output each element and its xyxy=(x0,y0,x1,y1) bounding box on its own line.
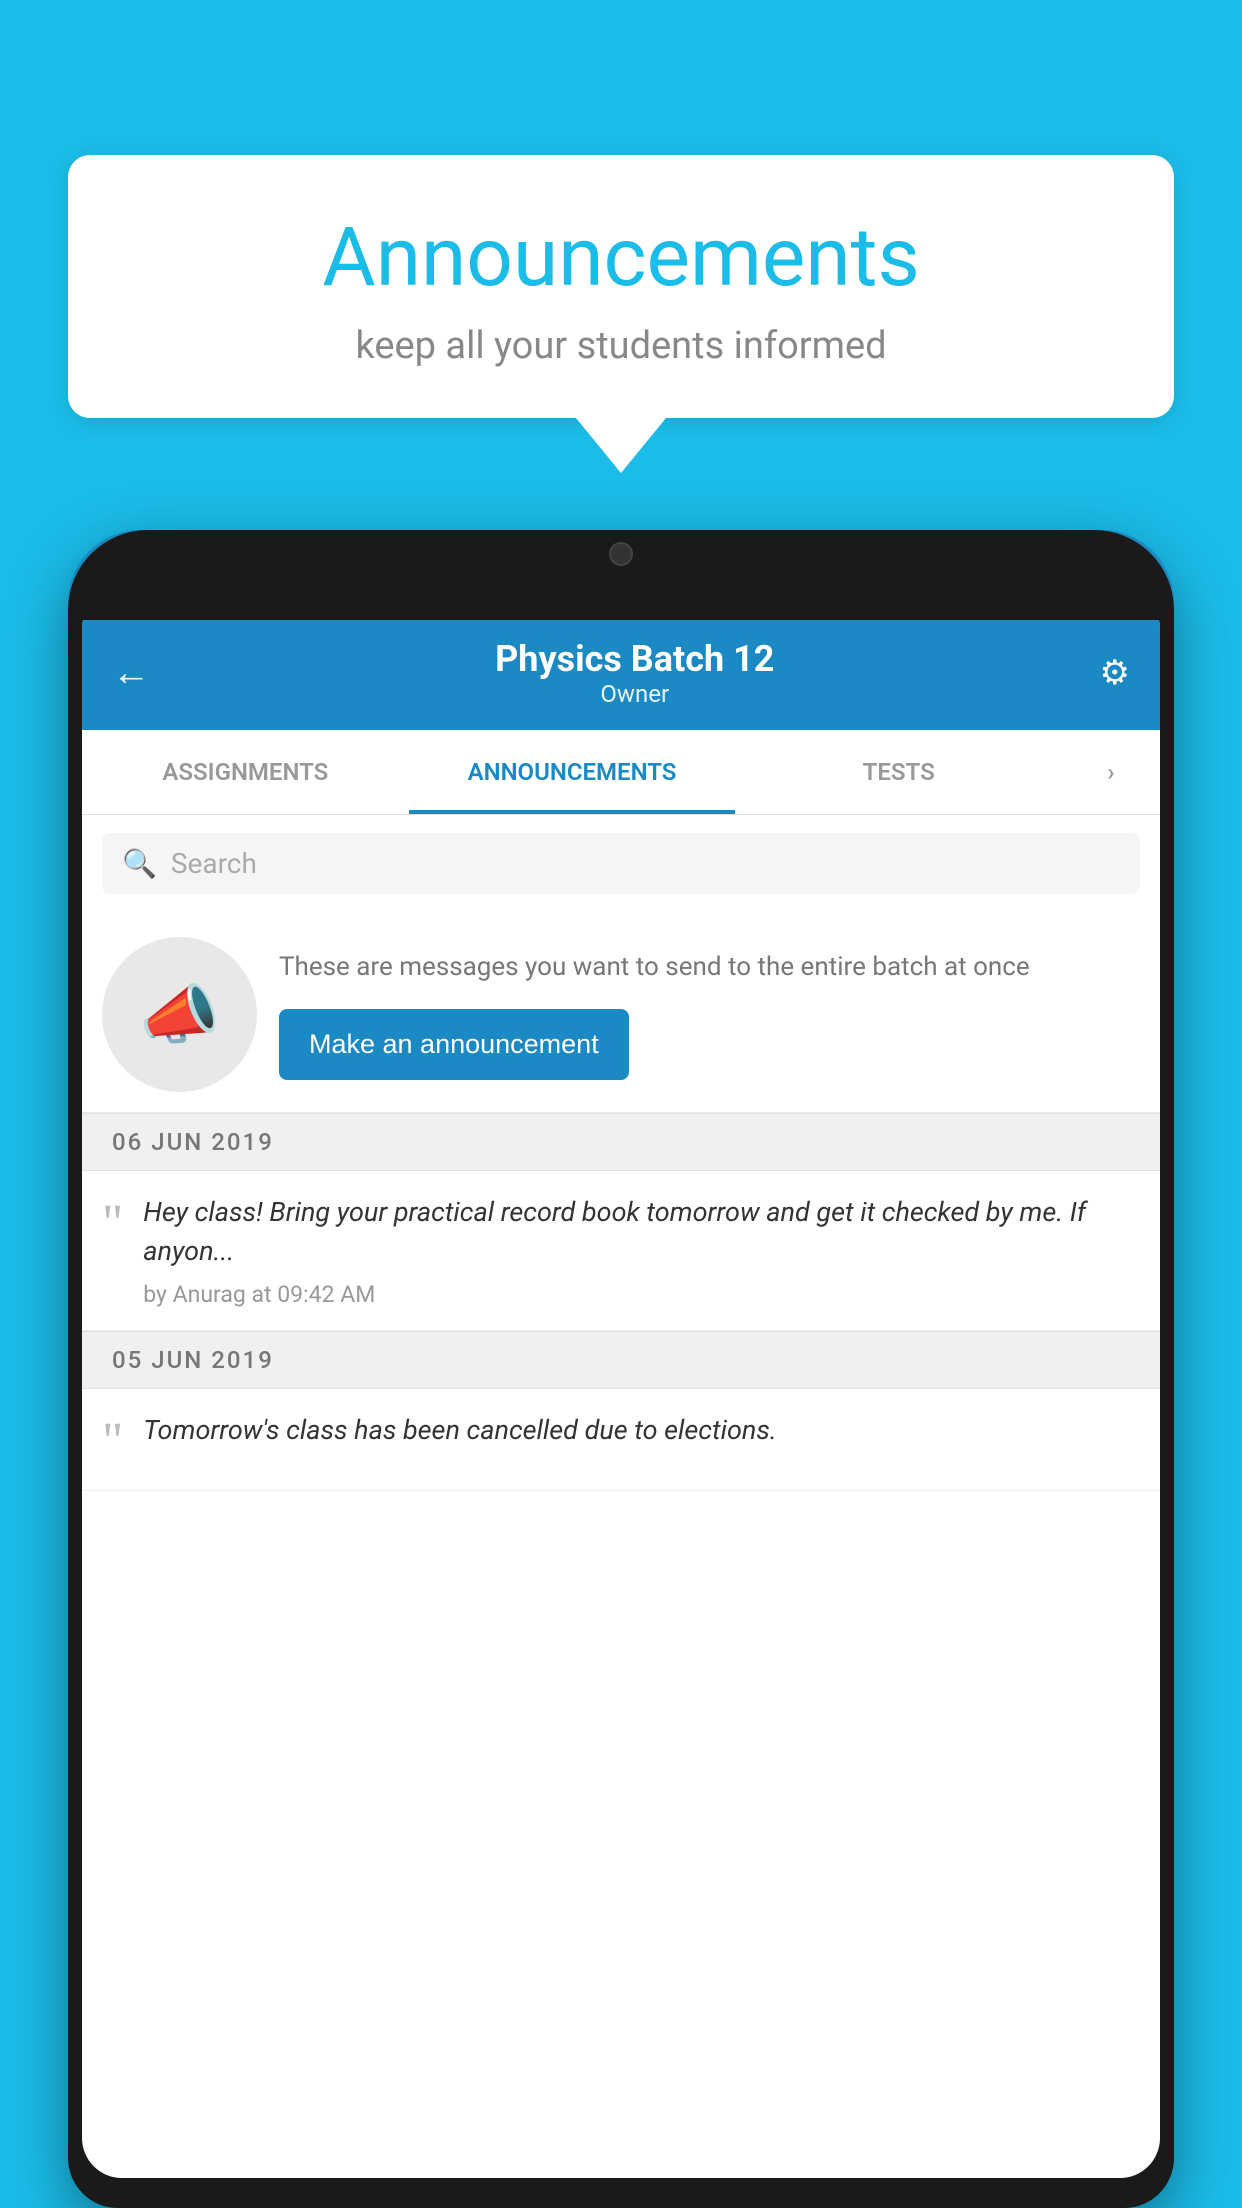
speech-bubble-tail xyxy=(576,418,666,473)
app-header: ← Physics Batch 12 Owner ⚙ xyxy=(82,615,1160,730)
header-title: Physics Batch 12 xyxy=(170,638,1100,680)
megaphone-icon: 📣 xyxy=(139,977,220,1053)
header-subtitle: Owner xyxy=(170,680,1100,708)
quote-icon-1: " xyxy=(102,1198,123,1250)
promo-description: These are messages you want to send to t… xyxy=(279,949,1140,987)
search-icon: 🔍 xyxy=(122,847,157,880)
tab-more[interactable]: › xyxy=(1062,730,1160,814)
phone-notch-area xyxy=(68,530,1174,620)
phone-camera xyxy=(609,542,633,566)
announcement-item-2: " Tomorrow's class has been cancelled du… xyxy=(82,1389,1160,1491)
date-divider-2: 05 JUN 2019 xyxy=(82,1331,1160,1389)
tab-tests[interactable]: TESTS xyxy=(735,730,1062,814)
search-container: 🔍 Search xyxy=(82,815,1160,912)
announcement-meta-1: by Anurag at 09:42 AM xyxy=(143,1281,1140,1308)
header-title-group: Physics Batch 12 Owner xyxy=(170,638,1100,708)
announcement-text-2: Tomorrow's class has been cancelled due … xyxy=(143,1411,777,1450)
announcement-text-1: Hey class! Bring your practical record b… xyxy=(143,1193,1140,1271)
search-bar[interactable]: 🔍 Search xyxy=(102,833,1140,894)
phone-frame: 14:29 ▲ ▲ ▮ ← Physics Batch 12 Owner ⚙ A… xyxy=(68,530,1174,2208)
make-announcement-button[interactable]: Make an announcement xyxy=(279,1009,629,1080)
tabs-container: ASSIGNMENTS ANNOUNCEMENTS TESTS › xyxy=(82,730,1160,815)
search-placeholder: Search xyxy=(171,847,257,880)
speech-bubble: Announcements keep all your students inf… xyxy=(68,155,1174,418)
date-divider-1: 06 JUN 2019 xyxy=(82,1113,1160,1171)
phone-screen: ← Physics Batch 12 Owner ⚙ ASSIGNMENTS A… xyxy=(82,615,1160,2178)
tab-announcements[interactable]: ANNOUNCEMENTS xyxy=(409,730,736,814)
settings-button[interactable]: ⚙ xyxy=(1100,653,1130,693)
announcement-item-1: " Hey class! Bring your practical record… xyxy=(82,1171,1160,1331)
announcement-promo: 📣 These are messages you want to send to… xyxy=(82,912,1160,1113)
announcement-content-1: Hey class! Bring your practical record b… xyxy=(143,1193,1140,1308)
promo-content: These are messages you want to send to t… xyxy=(279,949,1140,1080)
speech-bubble-title: Announcements xyxy=(128,210,1114,306)
quote-icon-2: " xyxy=(102,1416,123,1468)
phone-notch xyxy=(541,530,701,578)
tab-assignments[interactable]: ASSIGNMENTS xyxy=(82,730,409,814)
back-button[interactable]: ← xyxy=(112,651,150,695)
promo-icon-circle: 📣 xyxy=(102,937,257,1092)
announcement-content-2: Tomorrow's class has been cancelled due … xyxy=(143,1411,777,1460)
speech-bubble-subtitle: keep all your students informed xyxy=(128,324,1114,368)
speech-bubble-container: Announcements keep all your students inf… xyxy=(68,155,1174,473)
